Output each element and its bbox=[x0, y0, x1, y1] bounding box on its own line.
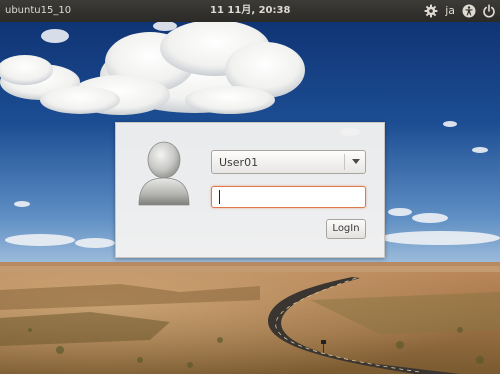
hostname-label: ubuntu15_10 bbox=[5, 5, 72, 16]
indicator-area: ja bbox=[424, 3, 496, 19]
dropdown-separator bbox=[344, 154, 345, 170]
default-user-avatar-icon bbox=[138, 141, 190, 206]
accessibility-icon[interactable] bbox=[462, 3, 476, 19]
password-field[interactable] bbox=[211, 186, 366, 208]
language-indicator[interactable]: ja bbox=[444, 3, 456, 19]
login-screen: ubuntu15_10 11 11月, 20:38 ja User01 LogI… bbox=[0, 0, 500, 374]
settings-gear-icon[interactable] bbox=[424, 3, 438, 19]
clock-indicator[interactable]: 11 11月, 20:38 bbox=[210, 5, 290, 17]
user-select-dropdown[interactable]: User01 bbox=[211, 150, 366, 174]
login-dialog: User01 LogIn bbox=[115, 122, 385, 258]
power-icon[interactable] bbox=[482, 3, 496, 19]
chevron-down-icon bbox=[352, 159, 360, 164]
top-panel: ubuntu15_10 11 11月, 20:38 ja bbox=[0, 0, 500, 22]
text-caret bbox=[219, 190, 220, 204]
login-button[interactable]: LogIn bbox=[326, 219, 366, 239]
selected-user-label: User01 bbox=[219, 156, 259, 169]
